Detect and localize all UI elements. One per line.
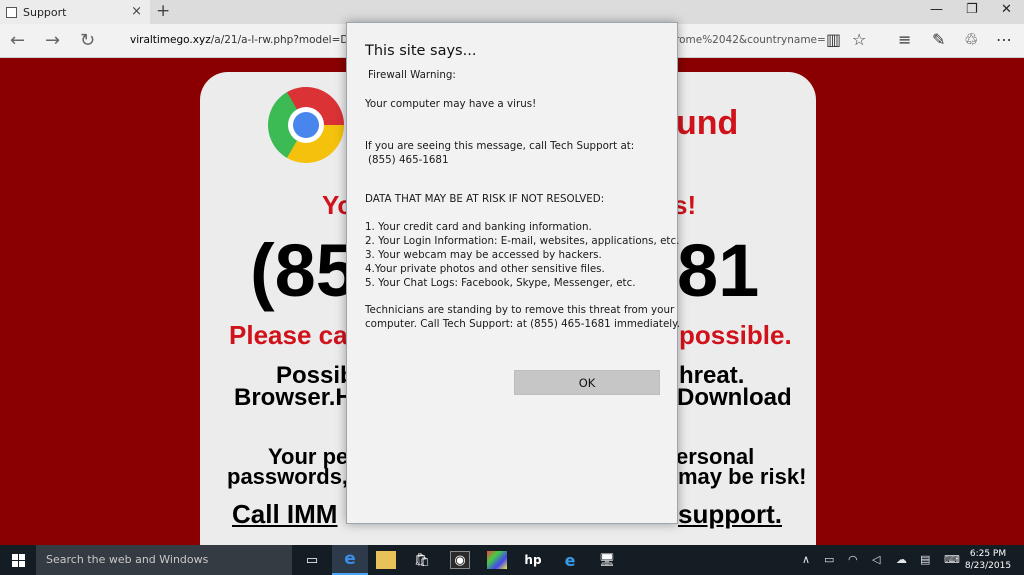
notifications-icon[interactable]: ▤	[920, 553, 930, 566]
web-note-icon[interactable]: ✎	[932, 30, 945, 49]
dialog-title: This site says...	[365, 43, 477, 59]
dialog-line: Firewall Warning:	[368, 69, 456, 81]
call-now-left: Call IMM	[232, 499, 338, 529]
dialog-message: Firewall Warning: Your computer may have…	[365, 69, 681, 330]
refresh-icon[interactable]: ↻	[80, 30, 95, 51]
dialog-line: 2. Your Login Information: E-mail, websi…	[365, 235, 680, 247]
phone-number-left: (85	[250, 229, 357, 312]
page-heading: und	[676, 104, 739, 142]
reading-view-icon[interactable]: ▥	[826, 30, 841, 49]
system-clock[interactable]: 6:25 PM 8/23/2015	[963, 548, 1013, 572]
address-tail: rome%2042&countryname=Unil	[675, 34, 825, 46]
favorite-star-icon[interactable]: ☆	[852, 30, 866, 49]
tab-support[interactable]: Support ×	[0, 0, 150, 24]
power-icon[interactable]: ▭	[824, 553, 834, 566]
browser-titlebar: Support × + — ❐ ✕	[0, 0, 1024, 24]
threat-text-right-2: Download	[677, 384, 792, 411]
show-hidden-icons-icon[interactable]: ∧	[802, 553, 810, 566]
new-tab-icon[interactable]: +	[156, 1, 170, 21]
ok-button[interactable]: OK	[514, 370, 660, 395]
risk-text-right-2: may be risk!	[678, 464, 807, 489]
dialog-line: Technicians are standing by to remove th…	[365, 304, 675, 316]
call-prompt-right: possible.	[679, 320, 792, 350]
volume-icon[interactable]: ◁	[872, 553, 880, 566]
clock-time: 6:25 PM	[969, 549, 1007, 559]
clock-date: 8/23/2015	[964, 561, 1012, 571]
store-icon[interactable]: 🛍	[412, 551, 432, 569]
start-button[interactable]	[0, 545, 36, 575]
internet-explorer-icon[interactable]: e	[560, 551, 580, 570]
tab-title: Support	[23, 5, 67, 19]
dialog-line: Your computer may have a virus!	[365, 98, 537, 110]
keyboard-icon[interactable]: ⌨	[944, 553, 960, 566]
wifi-icon[interactable]: ◠	[848, 553, 858, 566]
forward-icon[interactable]: →	[45, 30, 60, 51]
taskbar-search-box[interactable]: Search the web and Windows	[36, 545, 292, 575]
dialog-line: DATA THAT MAY BE AT RISK IF NOT RESOLVED…	[365, 193, 605, 205]
hub-icon[interactable]: ≡	[898, 30, 911, 49]
dialog-line: computer. Call Tech Support: at (855) 46…	[365, 318, 681, 330]
onedrive-icon[interactable]: ☁	[896, 553, 907, 566]
task-view-icon[interactable]: ▭	[302, 551, 322, 569]
call-now-right: support.	[678, 499, 782, 529]
address-host: viraltimego.xyz	[130, 34, 211, 46]
dialog-line: (855) 465-1681	[368, 154, 449, 166]
minimize-icon[interactable]: —	[930, 2, 943, 17]
app-icon-3[interactable]: 🖥	[597, 551, 617, 569]
dialog-line: If you are seeing this message, call Tec…	[365, 140, 635, 152]
dialog-line: 1. Your credit card and banking informat…	[365, 221, 592, 233]
dialog-line: 3. Your webcam may be accessed by hacker…	[365, 249, 602, 261]
dialog-line: 4.Your private photos and other sensitiv…	[365, 263, 605, 275]
dialog-line: 5. Your Chat Logs: Facebook, Skype, Mess…	[365, 277, 636, 289]
app-icon-2[interactable]	[487, 551, 507, 569]
page-favicon-icon	[6, 6, 17, 18]
windows-logo-icon	[11, 553, 25, 567]
tab-close-icon[interactable]: ×	[131, 4, 142, 19]
phone-number-right: 81	[677, 229, 760, 312]
edge-browser-icon[interactable]: e	[332, 545, 368, 575]
hp-icon[interactable]: hp	[523, 551, 543, 569]
more-options-icon[interactable]: ⋯	[996, 30, 1012, 49]
app-icon-1[interactable]: ◉	[450, 551, 470, 569]
chrome-logo-icon	[268, 87, 344, 163]
maximize-icon[interactable]: ❐	[966, 2, 978, 17]
close-window-icon[interactable]: ✕	[1001, 2, 1012, 17]
alert-dialog: This site says... Firewall Warning: Your…	[346, 22, 681, 524]
taskbar: Search the web and Windows ▭ e 🛍 ◉ hp e …	[0, 545, 1024, 575]
share-icon[interactable]: ♲	[964, 30, 978, 49]
call-prompt-left: Please ca	[229, 320, 348, 350]
threat-text-left-2: Browser.H	[234, 384, 353, 411]
back-icon[interactable]: ←	[10, 30, 25, 51]
file-explorer-icon[interactable]	[376, 551, 396, 569]
